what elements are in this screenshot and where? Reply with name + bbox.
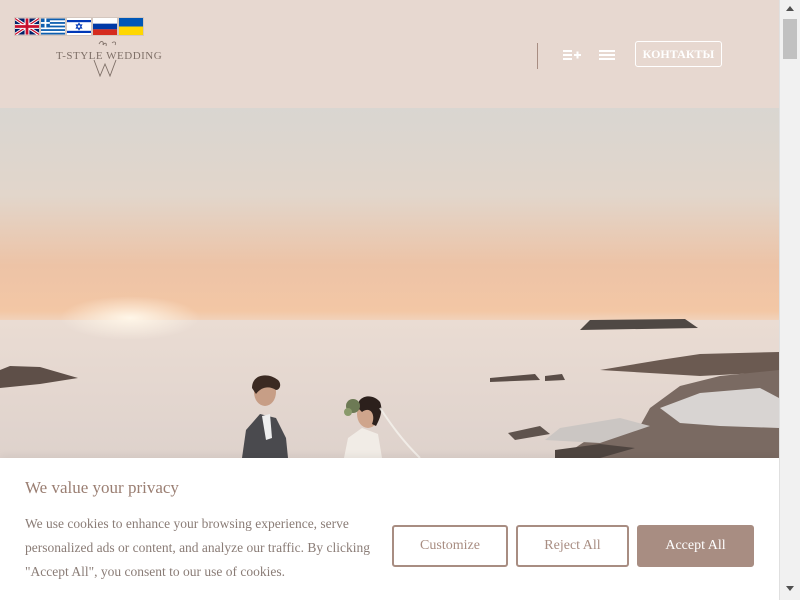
contacts-button[interactable]: КОНТАКТЫ [635, 41, 722, 67]
greek-flag[interactable] [41, 18, 65, 35]
logo-text: T-STYLE WEDDING [56, 50, 163, 62]
cookie-title: We value your privacy [25, 478, 179, 497]
page: T-STYLE WEDDING КОНТАКТЫ We value your p… [0, 0, 779, 600]
hero-image [0, 108, 779, 458]
scroll-up-arrow-icon[interactable] [786, 6, 794, 11]
list-add-icon[interactable] [561, 45, 581, 65]
accept-all-button[interactable]: Accept All [637, 525, 754, 567]
scrollbar-thumb[interactable] [783, 19, 797, 59]
customize-button[interactable]: Customize [392, 525, 508, 567]
cookie-banner: We value your privacy We use cookies to … [0, 458, 779, 600]
language-switcher [15, 18, 143, 35]
russian-flag[interactable] [93, 18, 117, 35]
scroll-down-arrow-icon[interactable] [786, 586, 794, 591]
vertical-scrollbar[interactable] [779, 0, 800, 600]
israeli-flag[interactable] [67, 18, 91, 35]
reject-all-button[interactable]: Reject All [516, 525, 629, 567]
site-header: T-STYLE WEDDING КОНТАКТЫ [0, 0, 779, 108]
header-divider [537, 43, 538, 69]
english-flag[interactable] [15, 18, 39, 35]
menu-icon[interactable] [597, 45, 617, 65]
ukrainian-flag[interactable] [119, 18, 143, 35]
site-logo[interactable]: T-STYLE WEDDING [50, 38, 175, 80]
cookie-description: We use cookies to enhance your browsing … [25, 516, 370, 579]
